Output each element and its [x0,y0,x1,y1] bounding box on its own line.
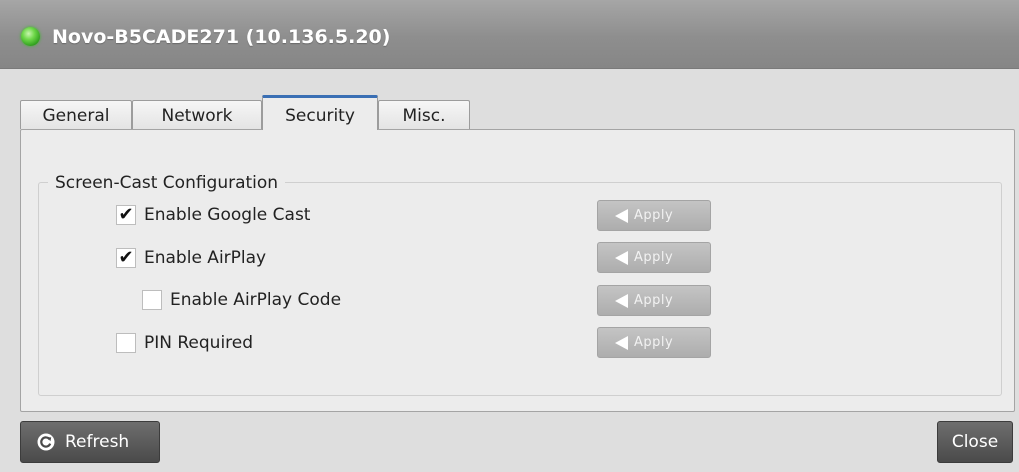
screen-cast-legend: Screen-Cast Configuration [48,173,286,193]
airplay-code-checkbox[interactable] [142,290,162,310]
tab-network[interactable]: Network [132,100,262,129]
security-tab-panel: Screen-Cast Configuration ✔ Enable Googl… [20,129,1015,412]
pin-required-checkbox[interactable] [116,333,136,353]
tab-security[interactable]: Security [262,95,378,130]
google-cast-label: Enable Google Cast [144,205,311,225]
arrow-left-icon [615,294,628,308]
online-status-icon [21,27,40,46]
airplay-checkbox[interactable]: ✔ [116,248,136,268]
arrow-left-icon [615,251,628,265]
airplay-code-apply-button[interactable]: Apply [597,285,711,316]
google-cast-apply-button[interactable]: Apply [597,200,711,231]
tab-general[interactable]: General [20,100,132,129]
close-button[interactable]: Close [937,421,1013,463]
airplay-code-label: Enable AirPlay Code [170,290,342,310]
apply-label: Apply [634,250,674,265]
refresh-label: Refresh [65,432,130,452]
refresh-button[interactable]: Refresh [20,421,160,463]
apply-label: Apply [634,208,674,223]
apply-label: Apply [634,293,674,308]
pin-required-label: PIN Required [144,333,254,353]
tab-misc[interactable]: Misc. [378,100,470,129]
window-title: Novo-B5CADE271 (10.136.5.20) [52,26,391,48]
google-cast-checkbox[interactable]: ✔ [116,205,136,225]
airplay-label: Enable AirPlay [144,248,267,268]
arrow-left-icon [615,336,628,350]
airplay-apply-button[interactable]: Apply [597,242,711,273]
pin-required-apply-button[interactable]: Apply [597,327,711,358]
apply-label: Apply [634,335,674,350]
title-bar: Novo-B5CADE271 (10.136.5.20) [0,0,1019,69]
refresh-icon [37,433,55,451]
device-settings-window: Novo-B5CADE271 (10.136.5.20) General Net… [0,0,1019,472]
arrow-left-icon [615,209,628,223]
